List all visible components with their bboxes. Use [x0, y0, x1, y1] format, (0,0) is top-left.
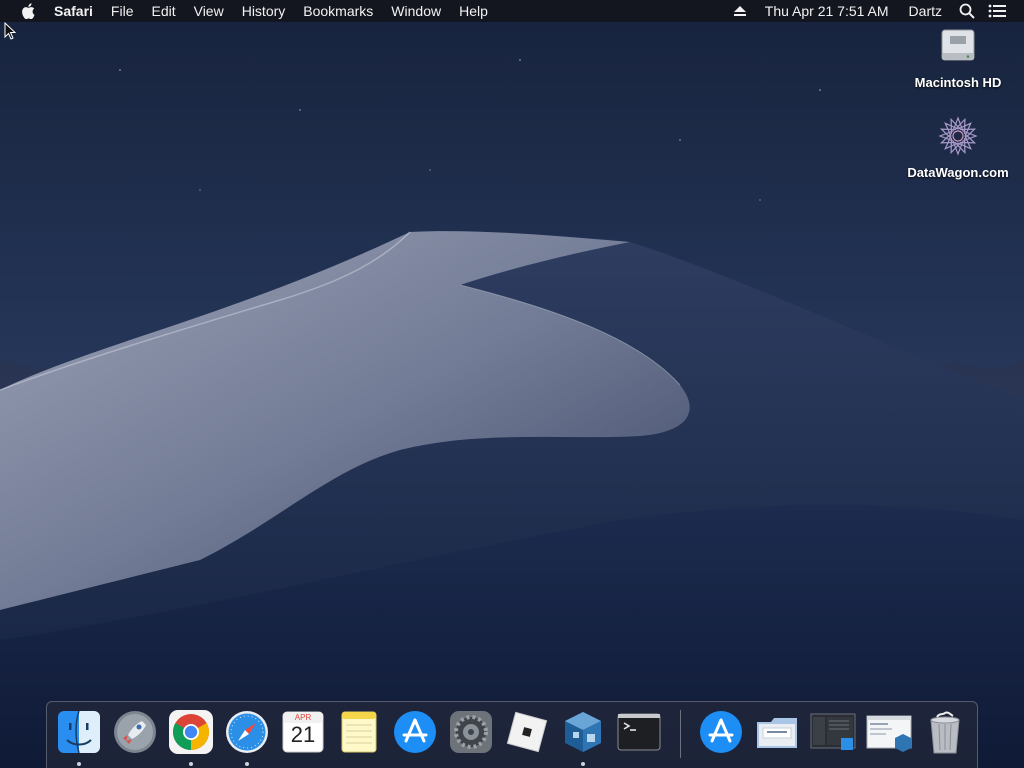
dock-app-chrome[interactable] — [167, 708, 215, 766]
dock-minimized-virtualbox-window[interactable] — [865, 708, 913, 758]
roblox-icon — [506, 711, 548, 753]
virtualbox-icon — [565, 712, 601, 752]
dock-app-terminal[interactable] — [615, 708, 663, 758]
dock-trash[interactable] — [921, 708, 969, 758]
dock-app-app-store[interactable] — [391, 708, 439, 758]
calendar-month-label: APR — [294, 713, 312, 722]
eject-icon[interactable] — [729, 0, 751, 22]
menu-history[interactable]: History — [233, 0, 295, 22]
app-store-icon — [394, 711, 436, 753]
dock-stack-app-store-downloads[interactable] — [697, 708, 745, 758]
datawagon-logo-icon — [938, 116, 978, 161]
dock-stack-screenshot[interactable] — [809, 708, 857, 758]
chrome-icon — [169, 710, 213, 754]
dock: APR 21 — [46, 701, 978, 768]
desktop-icon-datawagon[interactable]: DataWagon.com — [898, 116, 1018, 180]
launchpad-icon — [114, 711, 156, 753]
menu-help[interactable]: Help — [450, 0, 497, 22]
dock-app-roblox[interactable] — [503, 708, 551, 758]
menu-file[interactable]: File — [102, 0, 143, 22]
app-store-folder-icon — [700, 711, 742, 753]
apple-menu-icon[interactable] — [17, 0, 39, 22]
dock-divider — [680, 710, 681, 758]
running-indicator — [77, 762, 81, 766]
screenshot-stack-icon — [810, 713, 856, 750]
running-indicator — [245, 762, 249, 766]
mouse-pointer-icon — [4, 22, 16, 40]
menu-view[interactable]: View — [185, 0, 233, 22]
spotlight-search-icon[interactable] — [956, 0, 978, 22]
dock-app-calendar[interactable]: APR 21 — [279, 708, 327, 758]
notification-center-icon[interactable] — [986, 0, 1008, 22]
minimized-window-icon — [866, 715, 912, 752]
terminal-icon — [617, 713, 661, 751]
trash-icon — [930, 711, 960, 754]
desktop-icon-label: DataWagon.com — [907, 165, 1009, 180]
documents-stack-icon — [757, 718, 797, 748]
menu-window[interactable]: Window — [382, 0, 450, 22]
menu-edit[interactable]: Edit — [142, 0, 184, 22]
menu-app-name[interactable]: Safari — [45, 0, 102, 22]
dock-app-system-preferences[interactable] — [447, 708, 495, 758]
desktop-icon-label: Macintosh HD — [914, 75, 1002, 90]
dock-app-notes[interactable] — [335, 708, 383, 758]
dock-app-launchpad[interactable] — [111, 708, 159, 758]
menu-clock[interactable]: Thu Apr 21 7:51 AM — [755, 0, 899, 22]
dock-app-finder[interactable] — [55, 708, 103, 766]
notes-icon — [341, 711, 377, 753]
calendar-day-label: 21 — [290, 722, 316, 747]
hard-drive-icon — [940, 28, 976, 71]
desktop-icon-macintosh-hd[interactable]: Macintosh HD — [898, 28, 1018, 90]
safari-icon — [226, 711, 268, 753]
dock-stack-documents[interactable] — [753, 708, 801, 758]
dock-app-virtualbox[interactable] — [559, 708, 607, 766]
running-indicator — [581, 762, 585, 766]
menu-bar: Safari File Edit View History Bookmarks … — [0, 0, 1024, 22]
menu-bookmarks[interactable]: Bookmarks — [294, 0, 382, 22]
system-preferences-icon — [450, 711, 492, 753]
desktop-wallpaper — [0, 0, 1024, 768]
finder-icon — [58, 710, 100, 754]
dock-app-safari[interactable] — [223, 708, 271, 766]
menu-user-name[interactable]: Dartz — [899, 0, 952, 22]
running-indicator — [189, 762, 193, 766]
